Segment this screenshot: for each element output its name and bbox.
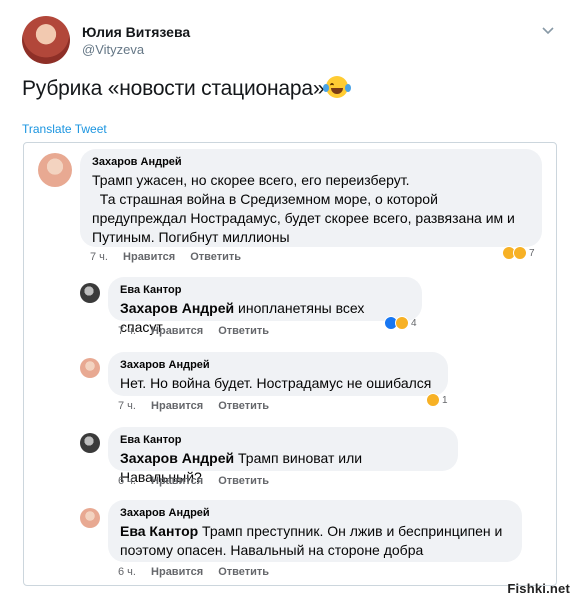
like-link[interactable]: Нравится xyxy=(123,251,175,263)
comment-line: Путиным. Погибнут миллионы xyxy=(92,229,290,245)
reactions[interactable]: 4 xyxy=(384,315,417,331)
reactions-count: 4 xyxy=(411,317,417,329)
comment-text: Нет. Но война будет. Нострадамус не ошиб… xyxy=(120,375,432,391)
comment-bubble: Захаров Андрей Нет. Но война будет. Ност… xyxy=(108,352,448,396)
avatar[interactable] xyxy=(80,358,100,378)
comment-bubble: Ева Кантор Захаров Андрей Трамп виноват … xyxy=(108,427,458,485)
comment: Ева Кантор Захаров Андрей Трамп виноват … xyxy=(24,425,556,495)
comment-text: Ева Кантор Трамп преступник. Он лжив и б… xyxy=(120,522,510,560)
reactions-count: 1 xyxy=(442,394,448,406)
comment-time[interactable]: 7 ч. xyxy=(118,325,136,337)
laughing-tears-icon xyxy=(323,76,352,98)
comment-author[interactable]: Захаров Андрей xyxy=(120,359,436,371)
comment-line: Та страшная война в Средиземном море, о … xyxy=(92,191,438,207)
comment: Захаров Андрей Нет. Но война будет. Ност… xyxy=(24,350,556,420)
like-link[interactable]: Нравится xyxy=(151,400,203,412)
author-handle[interactable]: @Vityzeva xyxy=(82,42,144,57)
comment-line: предупреждал Нострадамус, будет скорее в… xyxy=(92,210,515,226)
comment-author[interactable]: Захаров Андрей xyxy=(92,156,530,168)
comment-author[interactable]: Ева Кантор xyxy=(120,284,410,296)
comment-mention[interactable]: Ева Кантор xyxy=(120,523,198,539)
avatar[interactable] xyxy=(38,153,72,187)
comment-actions: 7 ч. Нравится Ответить xyxy=(118,325,281,337)
reactions[interactable]: 7 xyxy=(502,245,535,261)
reactions-count: 7 xyxy=(529,247,535,259)
comment-time[interactable]: 6 ч. xyxy=(118,566,136,578)
comment-text: Трамп ужасен, но скорее всего, его переи… xyxy=(92,171,530,247)
comment-actions: 6 ч. Нравится Ответить xyxy=(118,475,281,487)
avatar[interactable] xyxy=(80,433,100,453)
tweet-text: Рубрика «новости стационара» xyxy=(22,76,352,101)
reply-link[interactable]: Ответить xyxy=(190,251,241,263)
comment: Захаров Андрей Ева Кантор Трамп преступн… xyxy=(24,498,556,585)
reply-link[interactable]: Ответить xyxy=(218,400,269,412)
comment-actions: 6 ч. Нравится Ответить xyxy=(118,566,281,578)
watermark: Fishki.net xyxy=(507,581,570,596)
translate-tweet-link[interactable]: Translate Tweet xyxy=(22,122,107,136)
haha-icon xyxy=(395,316,409,330)
reply-link[interactable]: Ответить xyxy=(218,475,269,487)
comment-bubble: Захаров Андрей Трамп ужасен, но скорее в… xyxy=(80,149,542,247)
comment-actions: 7 ч. Нравится Ответить xyxy=(90,251,253,263)
comment-line: Трамп ужасен, но скорее всего, его переи… xyxy=(92,172,410,188)
author-name[interactable]: Юлия Витязева xyxy=(82,24,190,40)
haha-icon xyxy=(426,393,440,407)
reply-link[interactable]: Ответить xyxy=(218,566,269,578)
reactions[interactable]: 1 xyxy=(426,392,448,408)
comment-mention[interactable]: Захаров Андрей xyxy=(120,300,234,316)
reply-link[interactable]: Ответить xyxy=(218,325,269,337)
comment: Захаров Андрей Трамп ужасен, но скорее в… xyxy=(24,143,556,273)
avatar[interactable] xyxy=(80,283,100,303)
comment-time[interactable]: 6 ч. xyxy=(118,475,136,487)
comment-line: поэтому опасен. Навальный на стороне доб… xyxy=(120,542,424,558)
comment-author[interactable]: Захаров Андрей xyxy=(120,507,510,519)
comment-time[interactable]: 7 ч. xyxy=(118,400,136,412)
tweet-text-content: Рубрика «новости стационара» xyxy=(22,77,325,100)
comment-actions: 7 ч. Нравится Ответить xyxy=(118,400,281,412)
comments-screenshot: Захаров Андрей Трамп ужасен, но скорее в… xyxy=(23,142,557,586)
comment-author[interactable]: Ева Кантор xyxy=(120,434,446,446)
comment-time[interactable]: 7 ч. xyxy=(90,251,108,263)
tweet-header: Юлия Витязева @Vityzeva xyxy=(22,16,562,66)
author-avatar[interactable] xyxy=(22,16,70,64)
chevron-down-icon[interactable] xyxy=(540,22,556,38)
avatar[interactable] xyxy=(80,508,100,528)
like-link[interactable]: Нравится xyxy=(151,566,203,578)
wow-icon xyxy=(513,246,527,260)
comment-line: Трамп преступник. Он лжив и беспринципен… xyxy=(198,523,503,539)
like-link[interactable]: Нравится xyxy=(151,325,203,337)
comment-bubble: Ева Кантор Захаров Андрей инопланетяны в… xyxy=(108,277,422,335)
comment-bubble: Захаров Андрей Ева Кантор Трамп преступн… xyxy=(108,500,522,562)
like-link[interactable]: Нравится xyxy=(151,475,203,487)
comment: Ева Кантор Захаров Андрей инопланетяны в… xyxy=(24,275,556,345)
comment-mention[interactable]: Захаров Андрей xyxy=(120,450,234,466)
comment-line: Ева Кантор Трамп преступник. Он лжив и б… xyxy=(120,522,510,541)
